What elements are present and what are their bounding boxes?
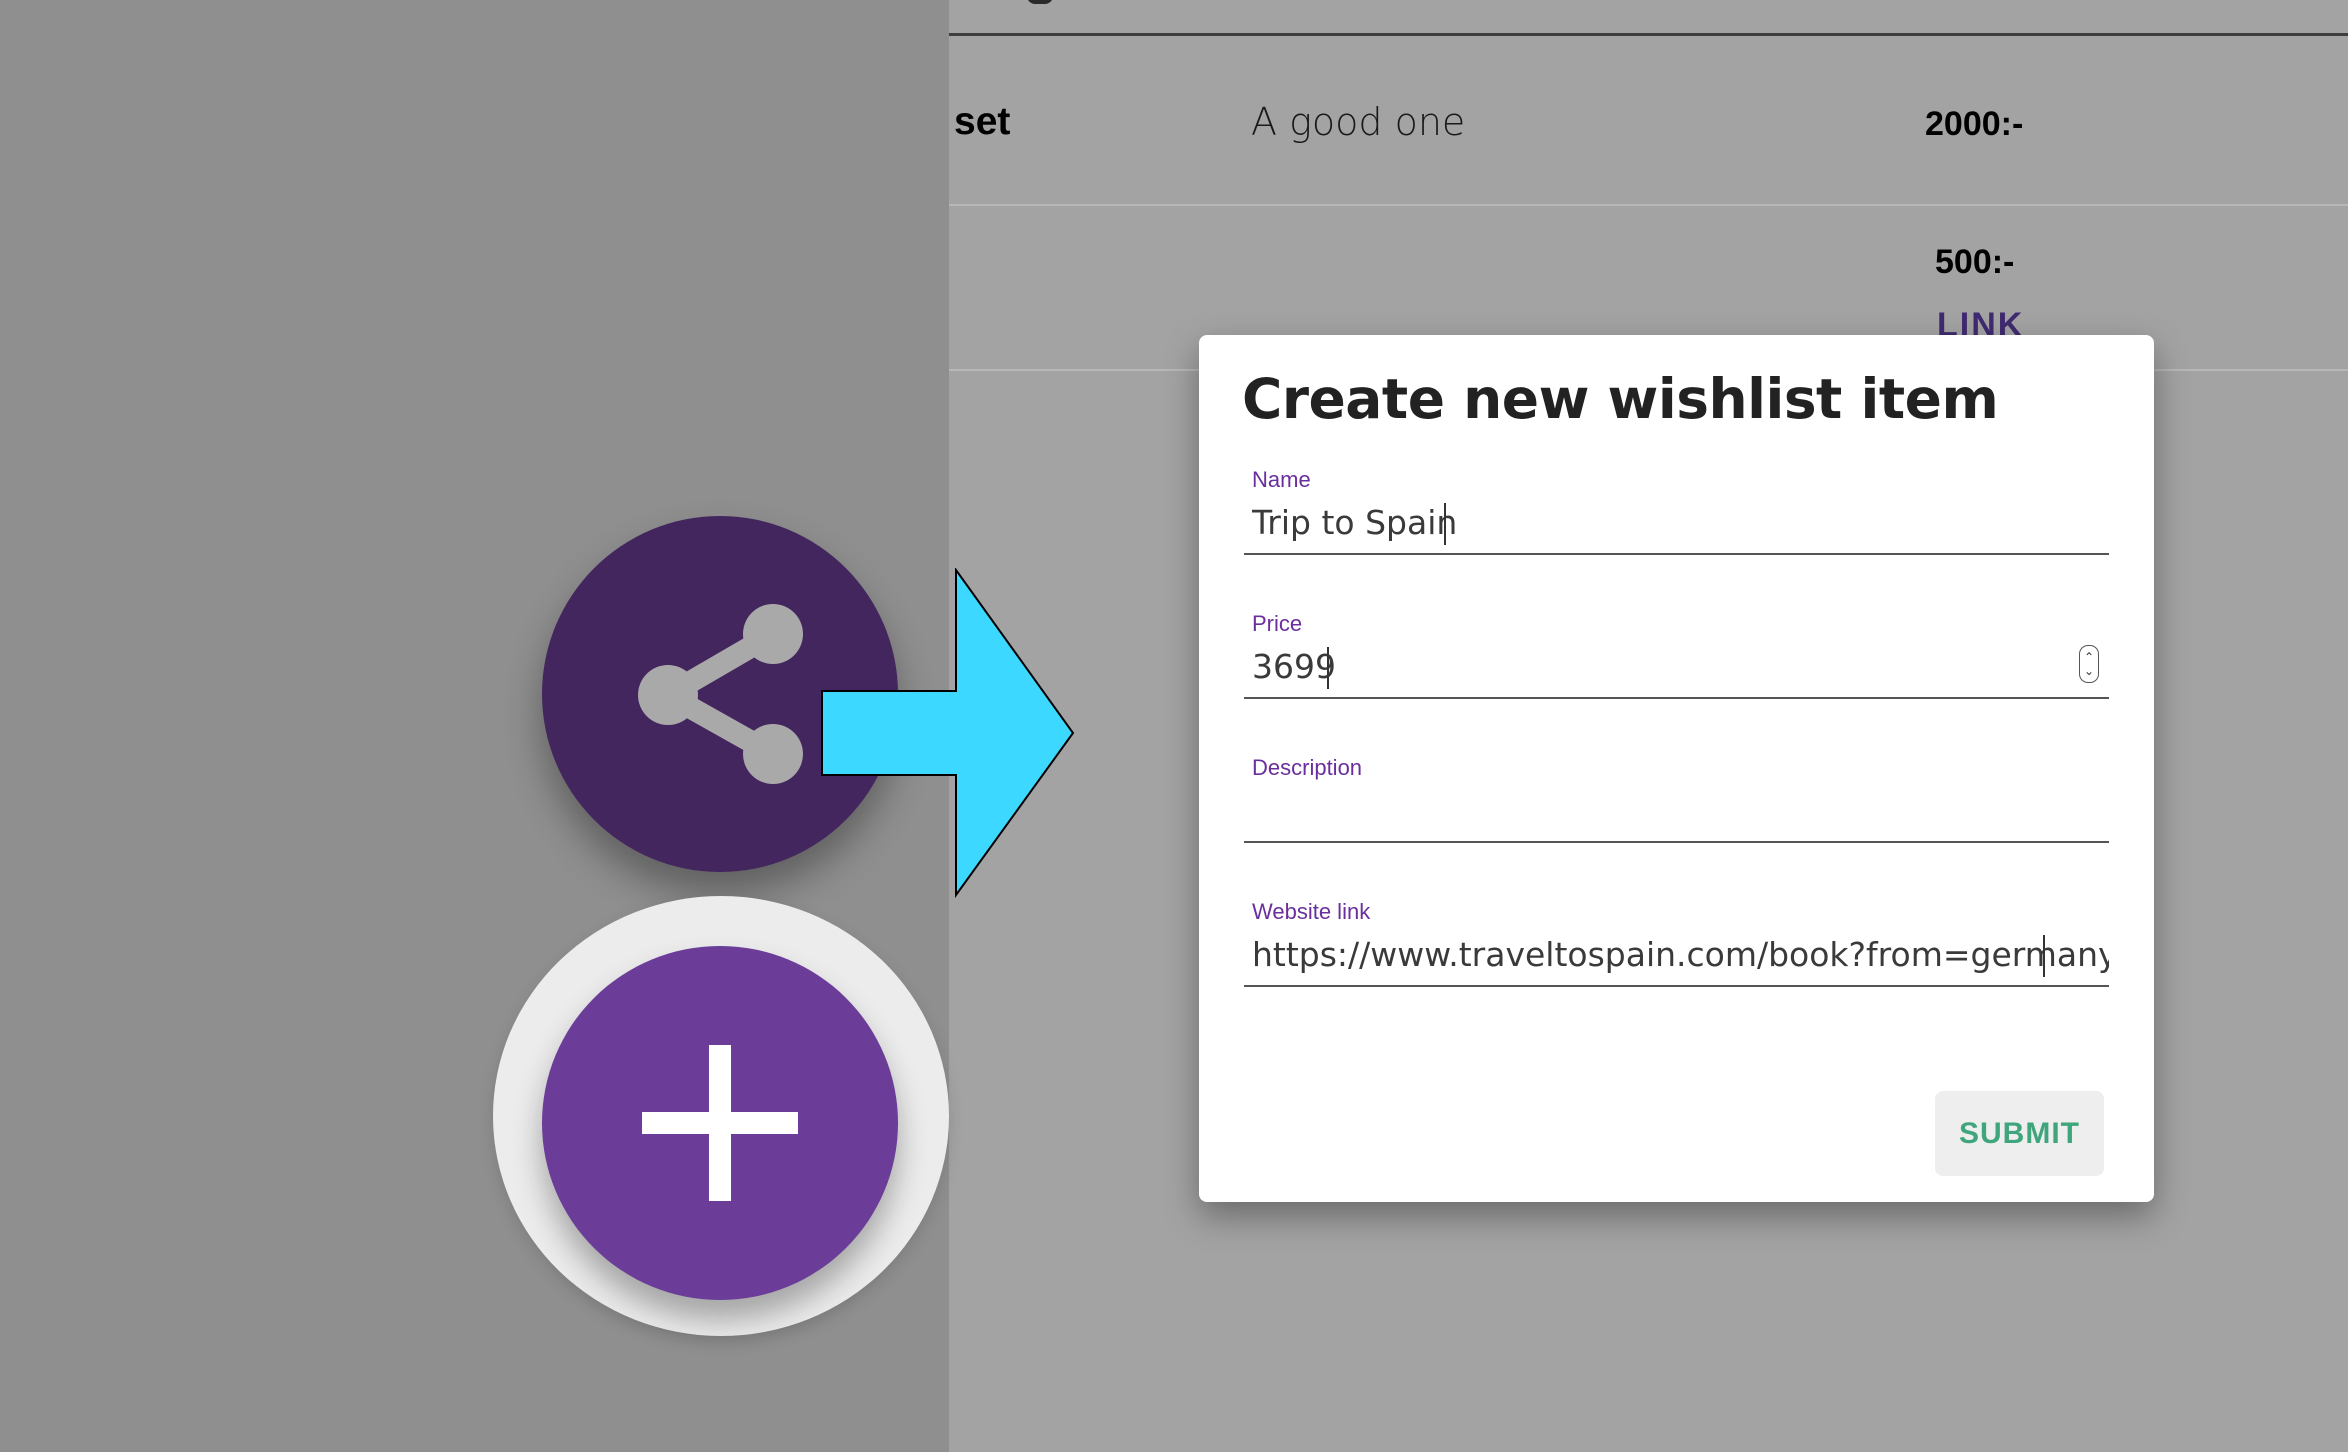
- share-icon: [638, 604, 803, 784]
- name-field-label: Name: [1252, 467, 1311, 492]
- field-underline: [1244, 985, 2109, 987]
- table-header-fragment: [1027, 0, 1053, 4]
- plus-icon: [642, 1045, 798, 1201]
- text-caret: [1444, 503, 1446, 545]
- name-field[interactable]: Name: [1244, 467, 2109, 562]
- chevron-up-icon[interactable]: ⌃: [2084, 650, 2094, 664]
- description-input[interactable]: [1244, 785, 2109, 835]
- field-underline: [1244, 553, 2109, 555]
- create-item-dialog: Create new wishlist item Name Price ⌃ ⌄ …: [1199, 335, 2154, 1202]
- field-underline: [1244, 841, 2109, 843]
- pointer-arrow-icon: [821, 568, 1075, 898]
- description-field-label: Description: [1252, 755, 1363, 780]
- price-input[interactable]: [1244, 641, 2109, 691]
- website-link-input[interactable]: [1244, 929, 2109, 979]
- table-cell-price: 500:-: [1935, 243, 2015, 281]
- description-field[interactable]: Description: [1244, 755, 2109, 850]
- table-header-divider: [949, 33, 2348, 36]
- submit-button[interactable]: SUBMIT: [1935, 1091, 2104, 1176]
- table-row-divider: [949, 204, 2348, 206]
- table-cell-description: A good one: [1251, 100, 1466, 144]
- price-field-label: Price: [1252, 611, 1303, 636]
- table-cell-name: set: [954, 100, 1011, 143]
- text-caret: [1327, 647, 1329, 689]
- table-cell-price: 2000:-: [1925, 105, 2024, 143]
- name-input[interactable]: [1244, 497, 2109, 547]
- chevron-down-icon[interactable]: ⌄: [2084, 664, 2094, 678]
- price-stepper[interactable]: ⌃ ⌄: [2079, 645, 2099, 683]
- dialog-title: Create new wishlist item: [1242, 367, 1999, 431]
- website-link-field-label: Website link: [1252, 899, 1371, 924]
- text-caret: [2043, 935, 2045, 977]
- price-field[interactable]: Price ⌃ ⌄: [1244, 611, 2109, 706]
- website-link-field[interactable]: Website link: [1244, 899, 2109, 994]
- field-underline: [1244, 697, 2109, 699]
- add-fab-button[interactable]: [542, 946, 898, 1300]
